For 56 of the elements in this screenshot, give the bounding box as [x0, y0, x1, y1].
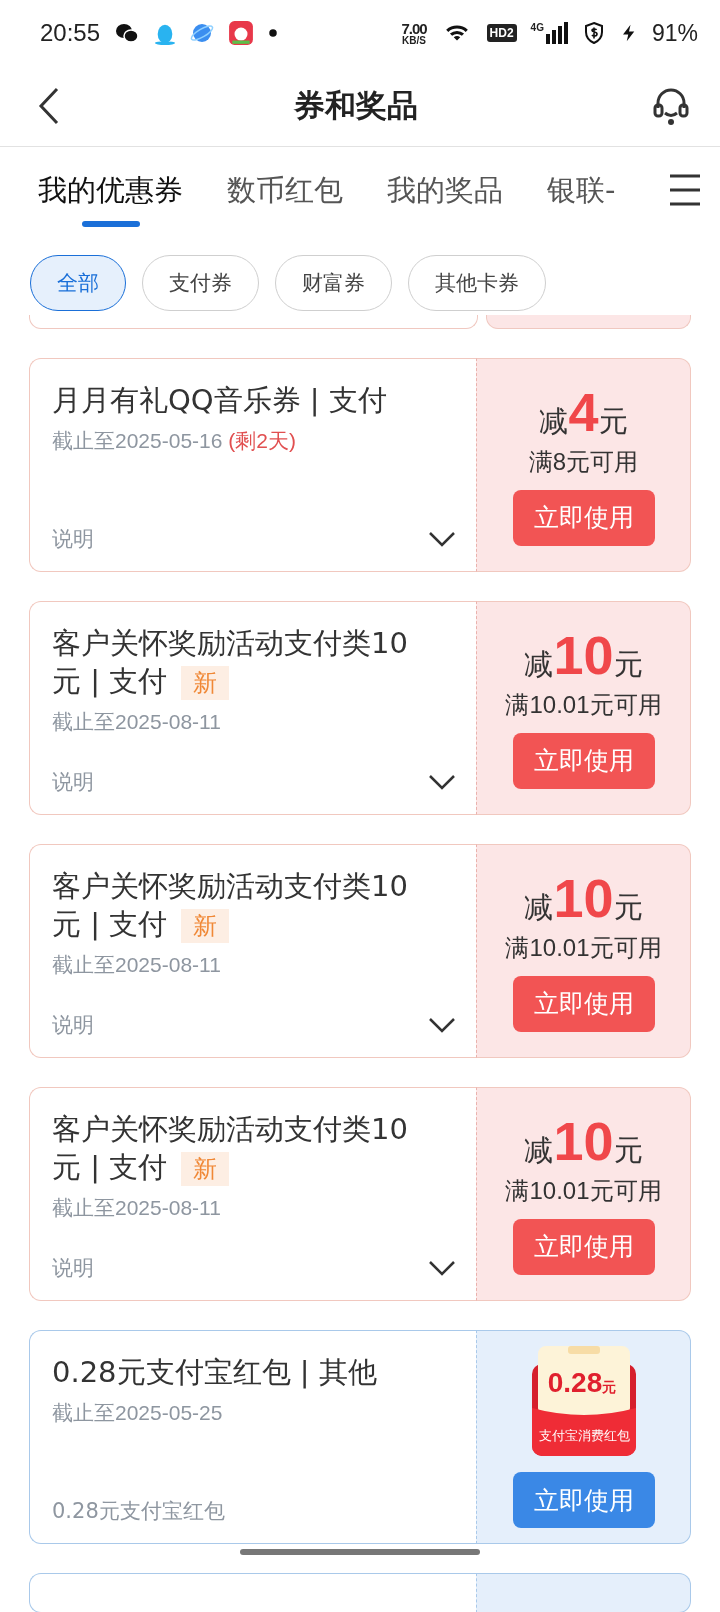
battery-level: 91% [651, 19, 698, 47]
details-link[interactable]: 说明 [52, 768, 94, 796]
details-link[interactable]: 说明 [52, 1254, 94, 1282]
coupon-note: 0.28元支付宝红包 [52, 1498, 225, 1525]
filter-chip[interactable]: 财富券 [275, 255, 392, 311]
discount-amount: 减10元 [524, 870, 643, 928]
new-badge: 新 [181, 909, 230, 943]
discount-amount: 减10元 [524, 1113, 643, 1171]
filter-chip[interactable]: 支付券 [142, 255, 259, 311]
coupon-title: 客户关怀奖励活动支付类10元 | 支付 新 [52, 1111, 409, 1186]
filter-chip[interactable]: 全部 [30, 255, 126, 311]
use-now-button[interactable]: 立即使用 [512, 732, 655, 789]
hd-indicator: HD2 [486, 24, 517, 42]
discount-amount: 减4元 [539, 384, 628, 442]
page-title: 券和奖品 [294, 86, 418, 125]
app-icon [228, 20, 255, 46]
dot-icon [268, 28, 279, 38]
headset-icon[interactable] [652, 86, 690, 126]
coupon-title: 月月有礼QQ音乐券 | 支付 [52, 382, 388, 419]
minimum-spend: 满10.01元可用 [505, 932, 662, 963]
expiry-date: 截止至2025-08-11 [52, 952, 222, 978]
expiry-date: 截止至2025-05-25 [52, 1400, 224, 1426]
minimum-spend: 满10.01元可用 [505, 1175, 662, 1206]
use-now-button[interactable]: 立即使用 [512, 1218, 655, 1275]
discount-amount: 减10元 [524, 627, 643, 685]
expiry-date: 截止至2025-08-11 [52, 1195, 222, 1221]
use-now-button[interactable]: 立即使用 [512, 975, 655, 1032]
filter-chip[interactable]: 其他卡券 [408, 255, 546, 311]
gift-envelope-drawing: 0.28元 支付宝消费红包 [531, 1346, 636, 1458]
chat-icon [114, 21, 141, 45]
tab[interactable]: 银联- [547, 147, 616, 235]
chevron-down-icon[interactable] [428, 1260, 456, 1276]
tab[interactable]: 我的奖品 [387, 147, 503, 235]
expiry-date: 截止至2025-05-16 (剩2天) [52, 428, 297, 454]
tab[interactable]: 数币红包 [227, 147, 343, 235]
details-link[interactable]: 说明 [52, 525, 94, 553]
use-now-button[interactable]: 立即使用 [512, 1472, 655, 1528]
details-link[interactable]: 说明 [52, 1011, 94, 1039]
chevron-down-icon[interactable] [428, 774, 456, 790]
network-speed: 7.00 KB/S [401, 20, 427, 46]
new-badge: 新 [181, 666, 230, 700]
use-now-button[interactable]: 立即使用 [512, 489, 655, 546]
coupon-title: 客户关怀奖励活动支付类10元 | 支付 新 [52, 868, 409, 943]
signal-indicator: 4G [530, 22, 568, 44]
minimum-spend: 满8元可用 [528, 446, 639, 477]
clock: 20:55 [40, 19, 101, 47]
planet-icon [190, 21, 215, 45]
tab[interactable]: 我的优惠券 [38, 147, 183, 235]
chevron-down-icon[interactable] [428, 1017, 456, 1033]
chevron-down-icon[interactable] [428, 531, 456, 547]
new-badge: 新 [181, 1152, 230, 1186]
coupon-title: 客户关怀奖励活动支付类10元 | 支付 新 [52, 625, 409, 700]
expiry-date: 截止至2025-08-11 [52, 709, 222, 735]
coupon-title: 0.28元支付宝红包 | 其他 [52, 1354, 378, 1391]
back-icon[interactable] [38, 87, 60, 125]
minimum-spend: 满10.01元可用 [505, 689, 662, 720]
